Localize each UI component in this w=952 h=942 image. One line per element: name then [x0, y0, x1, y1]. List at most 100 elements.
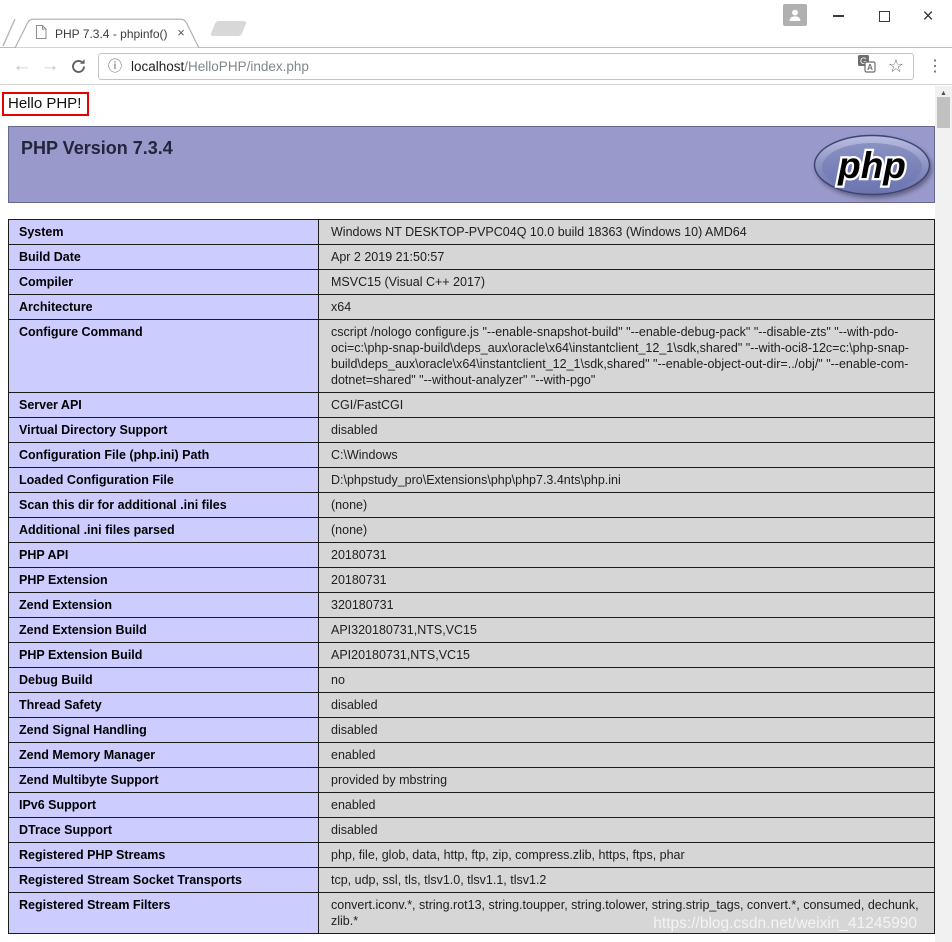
table-row: Server API CGI/FastCGI [9, 393, 935, 418]
table-row: PHP Extension 20180731 [9, 568, 935, 593]
info-value-cell: Windows NT DESKTOP-PVPC04Q 10.0 build 18… [319, 220, 935, 245]
php-info-table-body: System Windows NT DESKTOP-PVPC04Q 10.0 b… [9, 220, 935, 934]
browser-toolbar: ← → ⓘ localhost/HelloPHP/index.php G A [0, 48, 952, 85]
info-label-cell: Build Date [9, 245, 319, 270]
translate-icon[interactable]: G A [857, 54, 876, 78]
php-logo-text: php [837, 145, 906, 186]
table-row: Zend Multibyte Support provided by mbstr… [9, 768, 935, 793]
svg-text:A: A [867, 63, 873, 72]
info-label-cell: Registered Stream Socket Transports [9, 868, 319, 893]
scrollbar-thumb[interactable] [937, 97, 950, 128]
table-row: System Windows NT DESKTOP-PVPC04Q 10.0 b… [9, 220, 935, 245]
info-value-cell: x64 [319, 295, 935, 320]
table-row: Additional .ini files parsed (none) [9, 518, 935, 543]
info-label-cell: Configure Command [9, 320, 319, 393]
info-label-cell: PHP Extension Build [9, 643, 319, 668]
info-label-cell: Thread Safety [9, 693, 319, 718]
info-label-cell: Server API [9, 393, 319, 418]
info-label-cell: Zend Memory Manager [9, 743, 319, 768]
info-label-cell: Registered Stream Filters [9, 893, 319, 934]
table-row: Debug Build no [9, 668, 935, 693]
info-label-cell: PHP Extension [9, 568, 319, 593]
info-label-cell: Registered PHP Streams [9, 843, 319, 868]
info-label-cell: Scan this dir for additional .ini files [9, 493, 319, 518]
forward-arrow-icon: → [41, 55, 60, 77]
window-minimize-button[interactable] [824, 4, 852, 28]
forward-button[interactable]: → [36, 52, 64, 80]
info-value-cell: D:\phpstudy_pro\Extensions\php\php7.3.4n… [319, 468, 935, 493]
info-value-cell: provided by mbstring [319, 768, 935, 793]
page-viewport: Hello PHP! PHP Version 7.3.4 php [0, 85, 952, 942]
php-version-title: PHP Version 7.3.4 [9, 127, 934, 159]
url-path: /HelloPHP/index.php [184, 59, 309, 74]
info-value-cell: 20180731 [319, 543, 935, 568]
hello-php-text: Hello PHP! [8, 95, 81, 112]
table-row: Registered Stream Filters convert.iconv.… [9, 893, 935, 934]
table-row: DTrace Support disabled [9, 818, 935, 843]
address-bar[interactable]: ⓘ localhost/HelloPHP/index.php G A ☆ [98, 53, 914, 80]
info-label-cell: Zend Signal Handling [9, 718, 319, 743]
info-value-cell: disabled [319, 693, 935, 718]
back-button[interactable]: ← [8, 52, 36, 80]
table-row: Configuration File (php.ini) Path C:\Win… [9, 443, 935, 468]
window-maximize-button[interactable] [870, 4, 898, 28]
vertical-scrollbar[interactable]: ▲ [935, 86, 952, 942]
url-host: localhost [131, 59, 184, 74]
tab-phpinfo[interactable]: PHP 7.3.4 - phpinfo() × [14, 18, 206, 48]
page-favicon-icon [34, 24, 48, 45]
info-value-cell: CGI/FastCGI [319, 393, 935, 418]
info-value-cell: no [319, 668, 935, 693]
phpinfo-content: Hello PHP! PHP Version 7.3.4 php [0, 85, 935, 942]
info-value-cell: 320180731 [319, 593, 935, 618]
info-value-cell: disabled [319, 718, 935, 743]
info-label-cell: IPv6 Support [9, 793, 319, 818]
info-label-cell: Zend Extension [9, 593, 319, 618]
table-row: Architecture x64 [9, 295, 935, 320]
info-value-cell: (none) [319, 518, 935, 543]
info-label-cell: Virtual Directory Support [9, 418, 319, 443]
info-value-cell: API20180731,NTS,VC15 [319, 643, 935, 668]
info-value-cell: API320180731,NTS,VC15 [319, 618, 935, 643]
php-version-header: PHP Version 7.3.4 php [8, 126, 935, 203]
table-row: Configure Command cscript /nologo config… [9, 320, 935, 393]
info-value-cell: disabled [319, 418, 935, 443]
info-value-cell: (none) [319, 493, 935, 518]
browser-menu-button[interactable]: ⋮ [924, 52, 946, 80]
table-row: Zend Signal Handling disabled [9, 718, 935, 743]
info-value-cell: enabled [319, 743, 935, 768]
new-tab-button[interactable] [210, 21, 247, 36]
reload-button[interactable] [64, 52, 92, 80]
table-row: Registered PHP Streams php, file, glob, … [9, 843, 935, 868]
table-row: PHP API 20180731 [9, 543, 935, 568]
info-value-cell: convert.iconv.*, string.rot13, string.to… [319, 893, 935, 934]
window-close-button[interactable]: × [914, 4, 942, 28]
page-info-icon[interactable]: ⓘ [108, 56, 122, 76]
table-row: Virtual Directory Support disabled [9, 418, 935, 443]
info-label-cell: Zend Multibyte Support [9, 768, 319, 793]
info-label-cell: System [9, 220, 319, 245]
info-value-cell: php, file, glob, data, http, ftp, zip, c… [319, 843, 935, 868]
bookmark-star-icon[interactable]: ☆ [888, 56, 904, 77]
table-row: Zend Extension Build API320180731,NTS,VC… [9, 618, 935, 643]
table-row: PHP Extension Build API20180731,NTS,VC15 [9, 643, 935, 668]
minimize-icon [833, 15, 844, 17]
info-value-cell: MSVC15 (Visual C++ 2017) [319, 270, 935, 295]
info-value-cell: tcp, udp, ssl, tls, tlsv1.0, tlsv1.1, tl… [319, 868, 935, 893]
table-row: Thread Safety disabled [9, 693, 935, 718]
table-row: Scan this dir for additional .ini files … [9, 493, 935, 518]
php-logo: php [813, 134, 933, 197]
tab-close-icon[interactable]: × [173, 25, 189, 41]
info-value-cell: cscript /nologo configure.js "--enable-s… [319, 320, 935, 393]
info-value-cell: Apr 2 2019 21:50:57 [319, 245, 935, 270]
table-row: Zend Memory Manager enabled [9, 743, 935, 768]
scroll-up-arrow-icon: ▲ [940, 90, 947, 97]
info-value-cell: enabled [319, 793, 935, 818]
info-label-cell: Additional .ini files parsed [9, 518, 319, 543]
user-profile-icon [787, 7, 803, 23]
hello-php-annotation-box: Hello PHP! [2, 92, 89, 116]
table-row: Compiler MSVC15 (Visual C++ 2017) [9, 270, 935, 295]
profile-button[interactable] [783, 4, 807, 26]
reload-icon [70, 58, 87, 75]
browser-window: PHP 7.3.4 - phpinfo() × × ← → [0, 0, 952, 942]
table-row: Loaded Configuration File D:\phpstudy_pr… [9, 468, 935, 493]
